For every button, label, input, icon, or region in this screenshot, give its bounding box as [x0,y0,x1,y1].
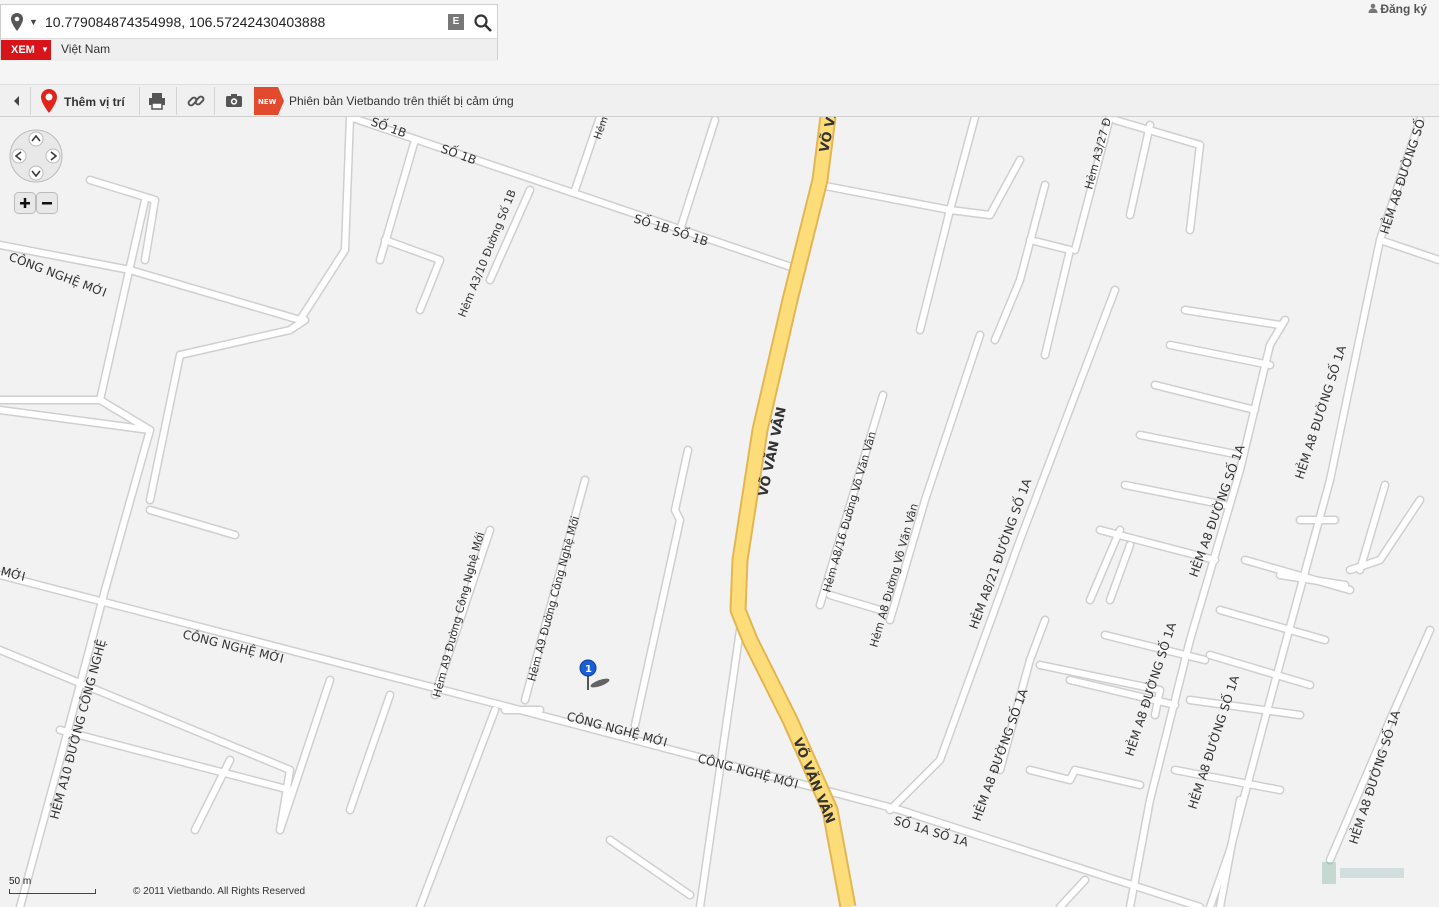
map-layer: SỐ 1B SỐ 1B SỐ 1B SỐ 1B Hẻm Hẻm A3/10 Đư… [0,117,1439,907]
chevron-down-icon: ▼ [41,45,49,54]
toolbar: Thêm vị trí NEW Phiên bản Vietbando trên… [0,84,1439,117]
copyright-text: © 2011 Vietbando. All Rights Reserved [133,886,306,897]
street-label: HẺM A8 ĐƯỜNG SỐ 1A [968,685,1031,823]
pan-control[interactable] [9,129,63,183]
street-label: Hẻm A8/16 Đường Võ Văn Vân [820,430,878,594]
user-icon [1368,3,1378,13]
region-label: Việt Nam [61,42,111,56]
collapse-left-icon[interactable] [10,93,24,109]
coordinates-input[interactable] [41,9,439,35]
street-label: HẺM A8 ĐƯỜNG SỐ 1A [1184,672,1243,811]
street-label: Hẻm A9 Đường Công Nghệ Mới [430,531,487,699]
watermark-logo [1320,858,1410,890]
new-badge-label: NEW [258,98,277,106]
link-icon[interactable] [186,91,206,111]
camera-icon[interactable] [224,91,244,111]
zoom-out-icon[interactable] [36,192,58,214]
street-label: CÔNG NGHỆ MỚI [696,750,800,791]
add-location-label: Thêm vị trí [64,95,125,109]
street-label: MỚI [0,563,27,584]
street-label: HẺM A8 ĐƯỜNG SỐ [1376,117,1428,236]
street-label: Hẻm A3/10 Đường Số 1B [456,188,519,319]
watermark-icon [1322,862,1404,884]
new-badge: NEW [254,87,284,115]
divider [139,87,140,115]
street-label: Hẻm A9 Đường Công Nghệ Mới [525,515,582,683]
chevron-down-icon[interactable]: ▼ [29,17,38,27]
map-canvas[interactable]: SỐ 1B SỐ 1B SỐ 1B SỐ 1B Hẻm Hẻm A3/10 Đư… [0,117,1439,907]
zoom-in-icon[interactable] [14,192,36,214]
scale-line [9,889,96,894]
street-label: SỐ 1B SỐ 1B [632,210,710,249]
search-icon[interactable] [473,13,493,33]
search-row: ▼ E [1,5,497,38]
divider [176,87,177,115]
mobile-version-link[interactable]: Phiên bản Vietbando trên thiết bị cảm ứn… [289,94,514,108]
street-label: HẺM A8 ĐƯỜNG SỐ 1A [1345,707,1404,846]
street-label: SỐ 1B [369,117,409,140]
search-box: ▼ E XEM ▼ Việt Nam [0,4,498,61]
divider [30,87,31,115]
view-button-label: XEM [11,44,35,56]
region-row: XEM ▼ Việt Nam [1,38,497,61]
scale-label: 50 m [9,876,32,887]
top-bar: ▼ E XEM ▼ Việt Nam Đăng ký [0,0,1439,84]
register-link[interactable]: Đăng ký [1368,2,1427,16]
e-button[interactable]: E [448,14,464,30]
street-label: SỐ 1B [439,140,479,168]
street-label: Hẻm A8 Đường Võ Văn Vân [867,502,921,649]
print-icon[interactable] [147,91,167,111]
scale-bar: 50 m [9,876,99,896]
red-pin-icon [41,89,57,113]
marker-number: 1 [585,664,592,675]
location-marker[interactable]: 1 [579,659,610,690]
divider [214,87,215,115]
register-label: Đăng ký [1380,2,1427,16]
zoom-control [14,192,58,214]
view-button[interactable]: XEM ▼ [1,40,51,60]
street-label: HẺM A10 ĐƯỜNG CÔNG NGHỆ [45,637,108,820]
location-pin-icon[interactable] [9,12,25,32]
